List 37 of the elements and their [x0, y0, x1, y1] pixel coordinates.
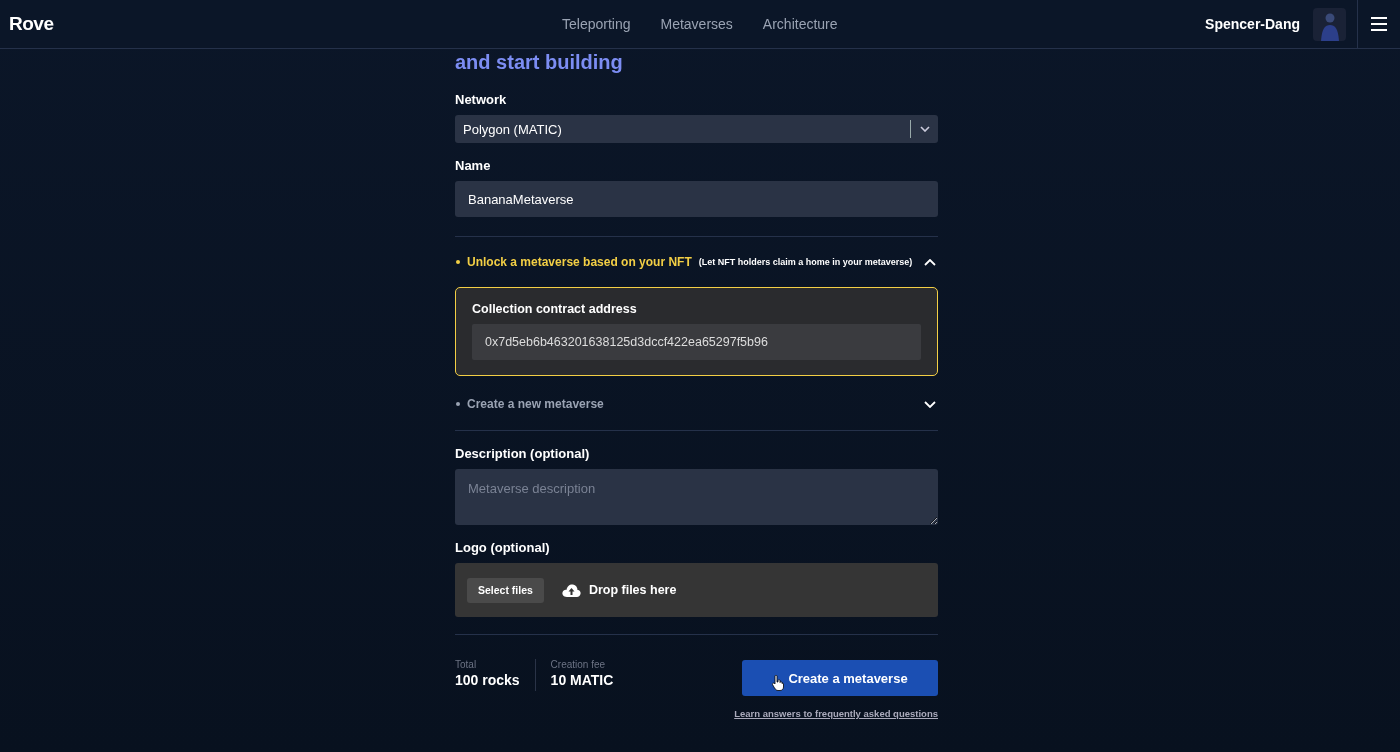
option-title: Unlock a metaverse based on your NFT	[467, 255, 692, 269]
accordion-header[interactable]: Create a new metaverse	[455, 378, 938, 430]
select-files-button[interactable]: Select files	[467, 577, 544, 603]
summary-value: 100 rocks	[455, 672, 520, 688]
hand-cursor-icon	[772, 675, 785, 691]
network-select[interactable]: Polygon (MATIC)	[455, 115, 938, 143]
contract-address-input[interactable]: 0x7d5eb6b463201638125d3dccf422ea65297f5b96	[472, 324, 921, 360]
option-title: Create a new metaverse	[467, 397, 604, 411]
chevron-down-icon	[920, 126, 930, 132]
nav-link[interactable]: Architecture	[762, 16, 838, 32]
file-dropzone[interactable]: Select files Drop files here	[455, 563, 938, 617]
accordion-header[interactable]: Unlock a metaverse based on your NFT (Let NFT holders claim a home in your metaverse)	[455, 237, 938, 287]
create-metaverse-button[interactable]: Create a metaverse	[742, 660, 938, 696]
drop-hint: Drop files here	[588, 583, 677, 597]
user-name[interactable]: Spencer-Dang	[1205, 16, 1300, 32]
field-label: Description (optional)	[455, 446, 591, 461]
summary-label: Total	[455, 659, 478, 670]
summary-value: 10 MATIC	[550, 672, 614, 688]
chevron-down-icon	[924, 400, 936, 408]
description-input[interactable]: Metaverse description	[455, 469, 938, 525]
bullet-icon	[456, 260, 460, 264]
menu-icon[interactable]	[1371, 17, 1387, 31]
nav-link[interactable]: Teleporting	[562, 16, 631, 32]
name-input[interactable]: BananaMetaverse	[455, 181, 938, 217]
page-heading: and start building	[455, 50, 624, 74]
bullet-icon	[456, 402, 460, 406]
upload-cloud-icon	[561, 583, 581, 597]
chevron-up-icon	[924, 258, 936, 266]
nav-link[interactable]: Metaverses	[660, 16, 733, 32]
summary-label: Creation fee	[550, 659, 607, 670]
field-label: Network	[455, 92, 508, 107]
option-note: (Let NFT holders claim a home in your metaverse)	[698, 257, 913, 267]
logo[interactable]: Rove	[9, 13, 54, 35]
faq-link[interactable]: Learn answers to frequently asked questions	[734, 708, 938, 719]
field-label: Collection contract address	[472, 302, 638, 316]
field-label: Logo (optional)	[455, 540, 551, 555]
field-label: Name	[455, 158, 492, 173]
